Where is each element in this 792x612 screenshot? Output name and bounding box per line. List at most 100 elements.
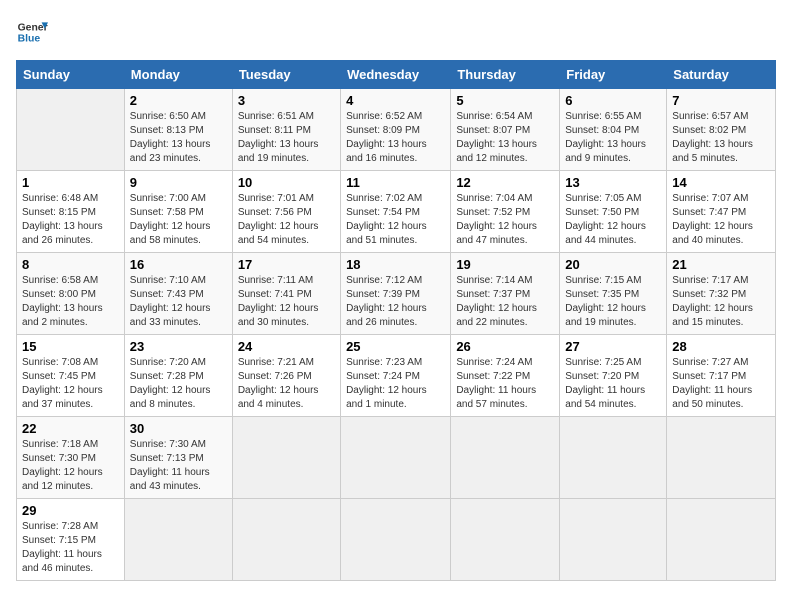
day-number: 23 <box>130 339 227 354</box>
calendar-cell <box>341 417 451 499</box>
day-info: Sunrise: 7:28 AMSunset: 7:15 PMDaylight:… <box>22 520 119 576</box>
day-info: Sunrise: 6:57 AMSunset: 8:02 PMDaylight:… <box>672 110 770 166</box>
header-cell-monday: Monday <box>124 61 232 89</box>
day-info: Sunrise: 7:01 AMSunset: 7:56 PMDaylight:… <box>238 192 335 248</box>
calendar-cell <box>451 417 560 499</box>
header-cell-friday: Friday <box>560 61 667 89</box>
calendar-cell: 17 Sunrise: 7:11 AMSunset: 7:41 PMDayligh… <box>232 253 340 335</box>
day-number: 13 <box>565 175 661 190</box>
day-info: Sunrise: 6:52 AMSunset: 8:09 PMDaylight:… <box>346 110 445 166</box>
calendar-cell: 27 Sunrise: 7:25 AMSunset: 7:20 PMDayligh… <box>560 335 667 417</box>
calendar-cell: 28Sunrise: 7:27 AMSunset: 7:17 PMDayligh… <box>667 335 776 417</box>
calendar-cell <box>560 417 667 499</box>
calendar-cell <box>451 499 560 581</box>
calendar-week-0: 2 Sunrise: 6:50 AMSunset: 8:13 PMDaylight… <box>17 89 776 171</box>
day-number: 26 <box>456 339 554 354</box>
logo-icon: General Blue <box>16 16 48 48</box>
day-number: 2 <box>130 93 227 108</box>
calendar-cell: 15 Sunrise: 7:08 AMSunset: 7:45 PMDayligh… <box>17 335 125 417</box>
day-info: Sunrise: 7:10 AMSunset: 7:43 PMDaylight:… <box>130 274 227 330</box>
day-number: 9 <box>130 175 227 190</box>
calendar-cell <box>341 499 451 581</box>
day-number: 30 <box>130 421 227 436</box>
day-number: 25 <box>346 339 445 354</box>
calendar-cell <box>667 499 776 581</box>
day-info: Sunrise: 7:11 AMSunset: 7:41 PMDaylight:… <box>238 274 335 330</box>
calendar-cell: 5 Sunrise: 6:54 AMSunset: 8:07 PMDaylight… <box>451 89 560 171</box>
header-cell-tuesday: Tuesday <box>232 61 340 89</box>
day-number: 20 <box>565 257 661 272</box>
day-number: 10 <box>238 175 335 190</box>
header-cell-thursday: Thursday <box>451 61 560 89</box>
calendar-cell: 1Sunrise: 6:48 AMSunset: 8:15 PMDaylight… <box>17 171 125 253</box>
day-info: Sunrise: 7:05 AMSunset: 7:50 PMDaylight:… <box>565 192 661 248</box>
day-number: 4 <box>346 93 445 108</box>
calendar-cell <box>232 417 340 499</box>
calendar-cell: 7Sunrise: 6:57 AMSunset: 8:02 PMDaylight… <box>667 89 776 171</box>
day-info: Sunrise: 6:50 AMSunset: 8:13 PMDaylight:… <box>130 110 227 166</box>
day-number: 8 <box>22 257 119 272</box>
calendar-cell: 3Sunrise: 6:51 AMSunset: 8:11 PMDaylight… <box>232 89 340 171</box>
calendar-cell: 26Sunrise: 7:24 AMSunset: 7:22 PMDayligh… <box>451 335 560 417</box>
day-number: 22 <box>22 421 119 436</box>
calendar-cell <box>560 499 667 581</box>
day-info: Sunrise: 7:08 AMSunset: 7:45 PMDaylight:… <box>22 356 119 412</box>
header-cell-wednesday: Wednesday <box>341 61 451 89</box>
day-info: Sunrise: 6:55 AMSunset: 8:04 PMDaylight:… <box>565 110 661 166</box>
day-info: Sunrise: 7:21 AMSunset: 7:26 PMDaylight:… <box>238 356 335 412</box>
calendar-cell: 19Sunrise: 7:14 AMSunset: 7:37 PMDayligh… <box>451 253 560 335</box>
calendar-cell: 25 Sunrise: 7:23 AMSunset: 7:24 PMDayligh… <box>341 335 451 417</box>
calendar-week-2: 8Sunrise: 6:58 AMSunset: 8:00 PMDaylight… <box>17 253 776 335</box>
calendar-cell: 14 Sunrise: 7:07 AMSunset: 7:47 PMDayligh… <box>667 171 776 253</box>
logo: General Blue <box>16 16 48 48</box>
calendar-cell <box>17 89 125 171</box>
day-info: Sunrise: 7:27 AMSunset: 7:17 PMDaylight:… <box>672 356 770 412</box>
day-info: Sunrise: 7:15 AMSunset: 7:35 PMDaylight:… <box>565 274 661 330</box>
day-number: 17 <box>238 257 335 272</box>
calendar-week-4: 22Sunrise: 7:18 AMSunset: 7:30 PMDayligh… <box>17 417 776 499</box>
calendar-cell: 2 Sunrise: 6:50 AMSunset: 8:13 PMDaylight… <box>124 89 232 171</box>
day-number: 27 <box>565 339 661 354</box>
day-number: 16 <box>130 257 227 272</box>
calendar-cell: 11 Sunrise: 7:02 AMSunset: 7:54 PMDayligh… <box>341 171 451 253</box>
calendar-cell: 6Sunrise: 6:55 AMSunset: 8:04 PMDaylight… <box>560 89 667 171</box>
calendar-cell: 29 Sunrise: 7:28 AMSunset: 7:15 PMDayligh… <box>17 499 125 581</box>
day-number: 5 <box>456 93 554 108</box>
svg-text:Blue: Blue <box>18 34 41 45</box>
header-cell-saturday: Saturday <box>667 61 776 89</box>
day-number: 24 <box>238 339 335 354</box>
calendar-cell: 24 Sunrise: 7:21 AMSunset: 7:26 PMDayligh… <box>232 335 340 417</box>
day-info: Sunrise: 7:25 AMSunset: 7:20 PMDaylight:… <box>565 356 661 412</box>
calendar-cell: 21 Sunrise: 7:17 AMSunset: 7:32 PMDayligh… <box>667 253 776 335</box>
day-number: 3 <box>238 93 335 108</box>
day-info: Sunrise: 7:07 AMSunset: 7:47 PMDaylight:… <box>672 192 770 248</box>
day-number: 11 <box>346 175 445 190</box>
day-number: 15 <box>22 339 119 354</box>
day-number: 21 <box>672 257 770 272</box>
day-number: 12 <box>456 175 554 190</box>
day-info: Sunrise: 7:23 AMSunset: 7:24 PMDaylight:… <box>346 356 445 412</box>
header-row: SundayMondayTuesdayWednesdayThursdayFrid… <box>17 61 776 89</box>
day-number: 14 <box>672 175 770 190</box>
calendar-cell: 30Sunrise: 7:30 AMSunset: 7:13 PMDayligh… <box>124 417 232 499</box>
calendar-cell: 23 Sunrise: 7:20 AMSunset: 7:28 PMDayligh… <box>124 335 232 417</box>
page-header: General Blue <box>16 16 776 48</box>
calendar-cell <box>667 417 776 499</box>
day-info: Sunrise: 7:20 AMSunset: 7:28 PMDaylight:… <box>130 356 227 412</box>
calendar-cell: 16 Sunrise: 7:10 AMSunset: 7:43 PMDayligh… <box>124 253 232 335</box>
day-info: Sunrise: 7:00 AMSunset: 7:58 PMDaylight:… <box>130 192 227 248</box>
day-info: Sunrise: 7:17 AMSunset: 7:32 PMDaylight:… <box>672 274 770 330</box>
day-number: 29 <box>22 503 119 518</box>
calendar-table: SundayMondayTuesdayWednesdayThursdayFrid… <box>16 60 776 581</box>
calendar-cell: 8Sunrise: 6:58 AMSunset: 8:00 PMDaylight… <box>17 253 125 335</box>
day-info: Sunrise: 6:54 AMSunset: 8:07 PMDaylight:… <box>456 110 554 166</box>
calendar-cell <box>232 499 340 581</box>
calendar-week-3: 15 Sunrise: 7:08 AMSunset: 7:45 PMDayligh… <box>17 335 776 417</box>
day-info: Sunrise: 7:02 AMSunset: 7:54 PMDaylight:… <box>346 192 445 248</box>
calendar-cell: 20 Sunrise: 7:15 AMSunset: 7:35 PMDayligh… <box>560 253 667 335</box>
header-cell-sunday: Sunday <box>17 61 125 89</box>
calendar-cell: 22Sunrise: 7:18 AMSunset: 7:30 PMDayligh… <box>17 417 125 499</box>
day-info: Sunrise: 6:48 AMSunset: 8:15 PMDaylight:… <box>22 192 119 248</box>
day-info: Sunrise: 7:12 AMSunset: 7:39 PMDaylight:… <box>346 274 445 330</box>
calendar-cell <box>124 499 232 581</box>
